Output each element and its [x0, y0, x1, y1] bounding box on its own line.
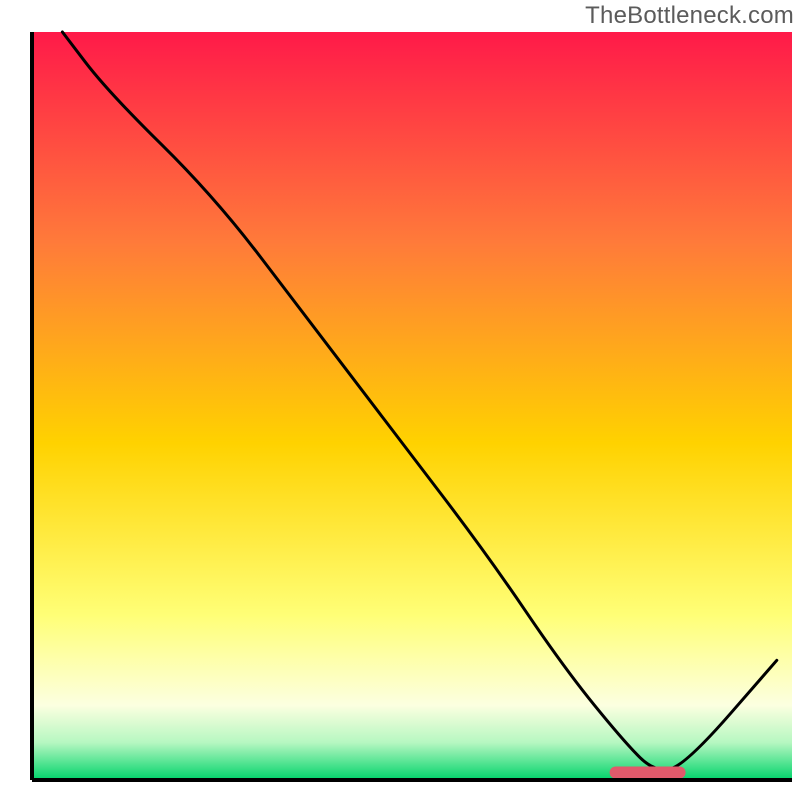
chart-frame: TheBottleneck.com: [0, 0, 800, 800]
gradient-background: [32, 32, 792, 780]
watermark-text: TheBottleneck.com: [585, 2, 794, 30]
plot-area: [32, 32, 792, 780]
optimal-range-marker: [610, 767, 686, 779]
bottleneck-chart: [0, 0, 800, 800]
